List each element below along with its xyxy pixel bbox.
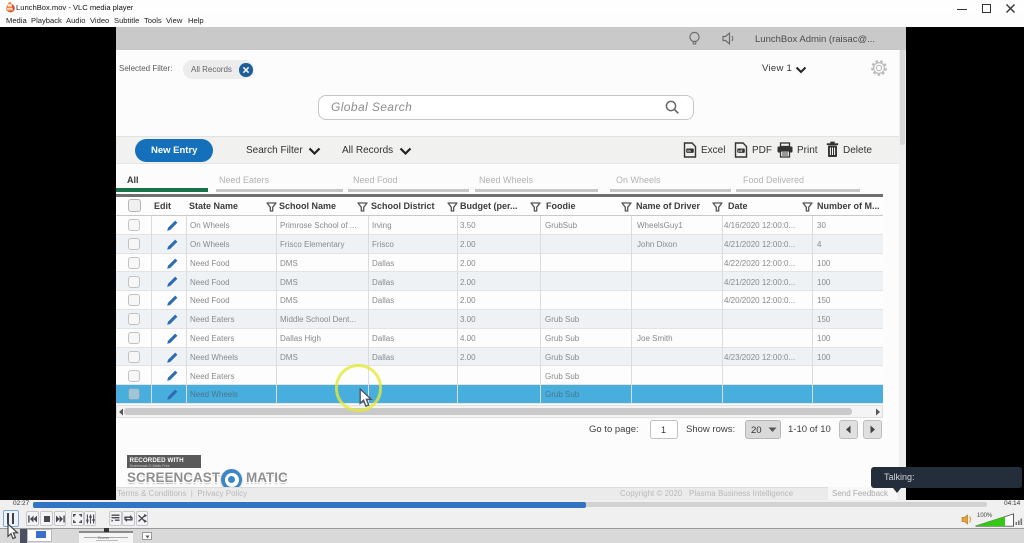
svg-text:xls: xls (687, 149, 691, 153)
svg-text:pdf: pdf (738, 149, 743, 153)
